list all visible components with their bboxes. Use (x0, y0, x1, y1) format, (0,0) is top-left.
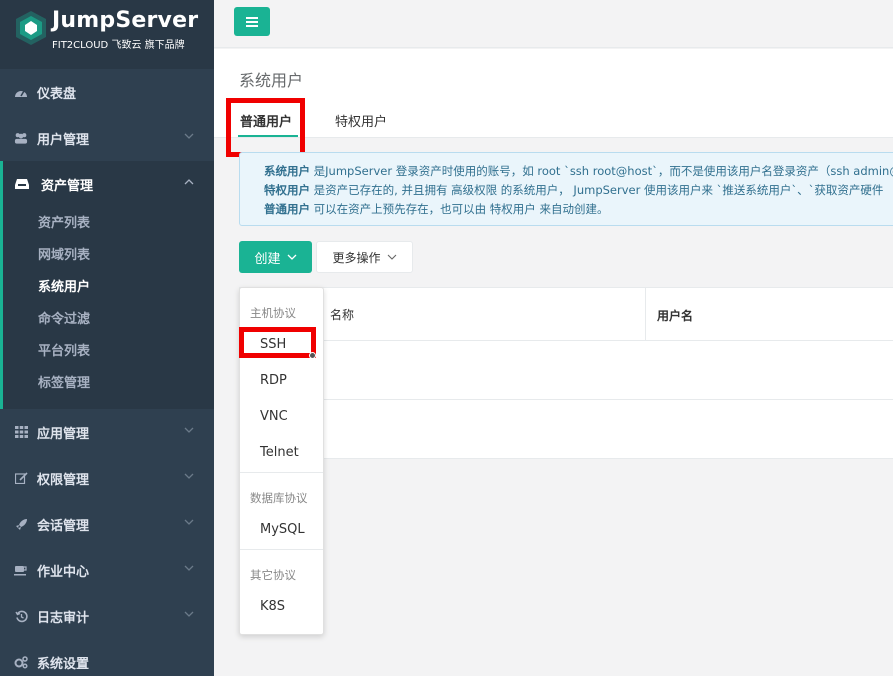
sidebar-item-label: 会话管理 (37, 518, 90, 534)
info-text: 可以在资产上预先存在，也可以由 特权用户 来自动创建。 (310, 202, 609, 216)
info-text: 是资产已存在的, 并且拥有 高级权限 的系统用户， JumpServer 使用该… (310, 183, 884, 197)
info-term: 普通用户 (264, 202, 310, 216)
info-text: 是JumpServer 登录资产时使用的账号，如 root `ssh root@… (310, 164, 893, 178)
table-row-divider (240, 399, 893, 400)
dashboard-icon (14, 85, 28, 99)
sidebar-item-sessions[interactable]: 会话管理 (0, 501, 214, 547)
sidebar-item-jobs[interactable]: 作业中心 (0, 547, 214, 593)
sidebar-item-applications[interactable]: 应用管理 (0, 409, 214, 455)
more-actions-button[interactable]: 更多操作 (316, 241, 413, 273)
logo-area: JumpServer FIT2CLOUD 飞致云 旗下品牌 (0, 0, 214, 69)
column-header-username[interactable]: 用户名 (657, 307, 693, 324)
info-line-normal-user: 普通用户 可以在资产上预先存在，也可以由 特权用户 来自动创建。 (264, 201, 608, 217)
submenu-item-command-filter[interactable]: 命令过滤 (38, 308, 90, 327)
hamburger-icon (246, 16, 258, 27)
tab-normal-user[interactable]: 普通用户 (240, 111, 292, 130)
dropdown-item-ssh[interactable]: SSH (260, 337, 286, 352)
brand-title: JumpServer (52, 8, 199, 33)
dropdown-divider (240, 472, 323, 473)
column-header-name[interactable]: 名称 (330, 306, 354, 323)
sidebar-item-users[interactable]: 用户管理 (0, 115, 214, 161)
chevron-down-icon (184, 133, 194, 139)
sidebar-item-label: 资产管理 (41, 178, 94, 194)
submenu-item-label-manage[interactable]: 标签管理 (38, 372, 90, 391)
sidebar-item-assets[interactable]: 资产管理 (0, 161, 214, 207)
grid-icon (14, 425, 28, 439)
gears-icon (14, 655, 28, 669)
sidebar-item-label: 权限管理 (37, 472, 90, 488)
inbox-icon (15, 177, 29, 191)
dropdown-item-vnc[interactable]: VNC (260, 409, 288, 424)
submenu-item-asset-list[interactable]: 资产列表 (38, 212, 90, 231)
dropdown-divider (240, 549, 323, 550)
top-bar (214, 0, 893, 48)
info-term: 系统用户 (264, 164, 310, 178)
sidebar-item-label: 仪表盘 (37, 86, 77, 102)
active-tab-indicator (238, 135, 298, 137)
info-line-system-user: 系统用户 是JumpServer 登录资产时使用的账号，如 root `ssh … (264, 163, 893, 179)
info-term: 特权用户 (264, 183, 310, 197)
jumpserver-logo-icon (16, 11, 46, 45)
system-user-table: 名称 用户名 (239, 287, 893, 459)
users-icon (14, 131, 28, 145)
sidebar-item-label: 应用管理 (37, 426, 90, 442)
sidebar-item-label: 系统设置 (37, 656, 90, 672)
chevron-down-icon (184, 473, 194, 479)
assets-submenu: 资产列表 网域列表 系统用户 命令过滤 平台列表 标签管理 (0, 207, 214, 409)
dropdown-item-rdp[interactable]: RDP (260, 373, 287, 388)
sidebar: JumpServer FIT2CLOUD 飞致云 旗下品牌 仪表盘 用户管理 资… (0, 0, 214, 676)
dropdown-header-host: 主机协议 (250, 306, 296, 320)
more-actions-label: 更多操作 (332, 250, 381, 265)
brand-subtitle: FIT2CLOUD 飞致云 旗下品牌 (52, 40, 185, 51)
sidebar-item-dashboard[interactable]: 仪表盘 (0, 69, 214, 115)
submenu-item-platform-list[interactable]: 平台列表 (38, 340, 90, 359)
chevron-down-icon (184, 611, 194, 617)
sidebar-item-permissions[interactable]: 权限管理 (0, 455, 214, 501)
create-button[interactable]: 创建 (239, 241, 312, 273)
mouse-cursor-icon (309, 352, 316, 359)
submenu-item-domain-list[interactable]: 网域列表 (38, 244, 90, 263)
sidebar-item-label: 作业中心 (37, 564, 90, 580)
sidebar-item-audit[interactable]: 日志审计 (0, 593, 214, 639)
chevron-down-icon (184, 427, 194, 433)
sidebar-item-label: 用户管理 (37, 132, 90, 148)
edit-icon (14, 471, 28, 485)
dropdown-item-mysql[interactable]: MySQL (260, 522, 305, 537)
chevron-down-icon (184, 519, 194, 525)
submenu-item-system-user[interactable]: 系统用户 (38, 276, 90, 295)
chevron-down-icon (287, 254, 296, 260)
create-button-label: 创建 (254, 251, 281, 267)
dropdown-item-k8s[interactable]: K8S (260, 599, 285, 614)
page-title: 系统用户 (239, 71, 304, 90)
menu-toggle-button[interactable] (234, 7, 270, 36)
create-dropdown-menu: 主机协议 SSH RDP VNC Telnet 数据库协议 MySQL 其它协议… (239, 287, 324, 635)
info-callout: 系统用户 是JumpServer 登录资产时使用的账号，如 root `ssh … (239, 152, 893, 226)
history-icon (14, 609, 28, 623)
dropdown-item-telnet[interactable]: Telnet (260, 445, 299, 460)
dropdown-header-other: 其它协议 (250, 568, 296, 582)
chevron-up-icon (184, 179, 194, 185)
coffee-icon (14, 563, 28, 577)
rocket-icon (14, 517, 28, 531)
info-line-admin-user: 特权用户 是资产已存在的, 并且拥有 高级权限 的系统用户， JumpServe… (264, 182, 883, 198)
table-header-row: 名称 用户名 (240, 288, 893, 341)
column-divider (645, 288, 646, 341)
dropdown-header-database: 数据库协议 (250, 491, 308, 505)
tab-admin-user[interactable]: 特权用户 (335, 111, 387, 130)
chevron-down-icon (184, 565, 194, 571)
page-header: 系统用户 普通用户 特权用户 (214, 49, 893, 138)
sidebar-item-settings[interactable]: 系统设置 (0, 639, 214, 676)
sidebar-item-label: 日志审计 (37, 610, 90, 626)
chevron-down-icon (387, 254, 396, 260)
